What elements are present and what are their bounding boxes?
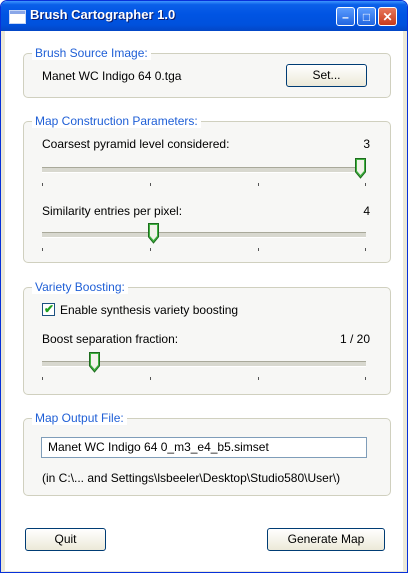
brush-source-filename: Manet WC Indigo 64 0.tga <box>42 69 182 83</box>
slider-tick <box>258 183 259 186</box>
similarity-slider[interactable] <box>42 223 366 253</box>
client-area: Brush Source Image: Manet WC Indigo 64 0… <box>5 31 403 571</box>
variety-group: Variety Boosting: ✔ Enable synthesis var… <box>23 280 391 395</box>
slider-tick <box>258 248 259 251</box>
checkmark-icon: ✔ <box>44 302 55 316</box>
boost-slider-thumb[interactable] <box>88 352 100 373</box>
coarsest-value: 3 <box>363 137 370 151</box>
slider-tick <box>150 377 151 380</box>
brush-source-title: Brush Source Image: <box>32 46 151 60</box>
slider-tick <box>365 248 366 251</box>
minimize-button[interactable]: – <box>336 7 355 26</box>
maximize-button[interactable]: □ <box>357 7 376 26</box>
variety-title: Variety Boosting: <box>32 280 128 294</box>
slider-tick <box>42 183 43 186</box>
generate-map-button[interactable]: Generate Map <box>267 528 385 551</box>
window-title: Brush Cartographer 1.0 <box>30 7 176 22</box>
coarsest-label: Coarsest pyramid level considered: <box>42 137 230 151</box>
slider-track <box>42 167 366 173</box>
similarity-slider-thumb[interactable] <box>148 223 160 244</box>
output-filename-field[interactable]: Manet WC Indigo 64 0_m3_e4_b5.simset <box>41 437 367 458</box>
similarity-value: 4 <box>363 204 370 218</box>
title-bar[interactable]: Brush Cartographer 1.0 – □ ✕ <box>1 1 407 31</box>
slider-tick <box>42 248 43 251</box>
boost-slider[interactable] <box>42 352 366 382</box>
variety-checkbox[interactable]: ✔ <box>42 302 55 316</box>
boost-value: 1 / 20 <box>339 332 370 346</box>
output-path: (in C:\... and Settings\lsbeeler\Desktop… <box>42 471 341 485</box>
coarsest-slider[interactable] <box>42 158 366 188</box>
quit-button[interactable]: Quit <box>25 528 106 551</box>
map-params-group: Map Construction Parameters: Coarsest py… <box>23 114 391 263</box>
app-window-icon <box>9 10 26 24</box>
slider-tick <box>365 183 366 186</box>
slider-tick <box>365 377 366 380</box>
app-window: Brush Cartographer 1.0 – □ ✕ Brush Sourc… <box>0 0 408 573</box>
boost-label: Boost separation fraction: <box>42 332 179 346</box>
slider-tick <box>258 377 259 380</box>
slider-tick <box>42 377 43 380</box>
close-button[interactable]: ✕ <box>378 7 397 26</box>
set-button[interactable]: Set... <box>286 64 367 87</box>
slider-tick <box>150 183 151 186</box>
similarity-label: Similarity entries per pixel: <box>42 204 183 218</box>
map-params-title: Map Construction Parameters: <box>32 114 201 128</box>
output-title: Map Output File: <box>32 411 127 425</box>
slider-tick <box>150 248 151 251</box>
slider-track <box>42 232 366 238</box>
output-group: Map Output File: Manet WC Indigo 64 0_m3… <box>23 411 391 496</box>
brush-source-group: Brush Source Image: Manet WC Indigo 64 0… <box>23 46 391 98</box>
variety-checkbox-label[interactable]: Enable synthesis variety boosting <box>60 303 238 317</box>
coarsest-slider-thumb[interactable] <box>355 158 366 179</box>
